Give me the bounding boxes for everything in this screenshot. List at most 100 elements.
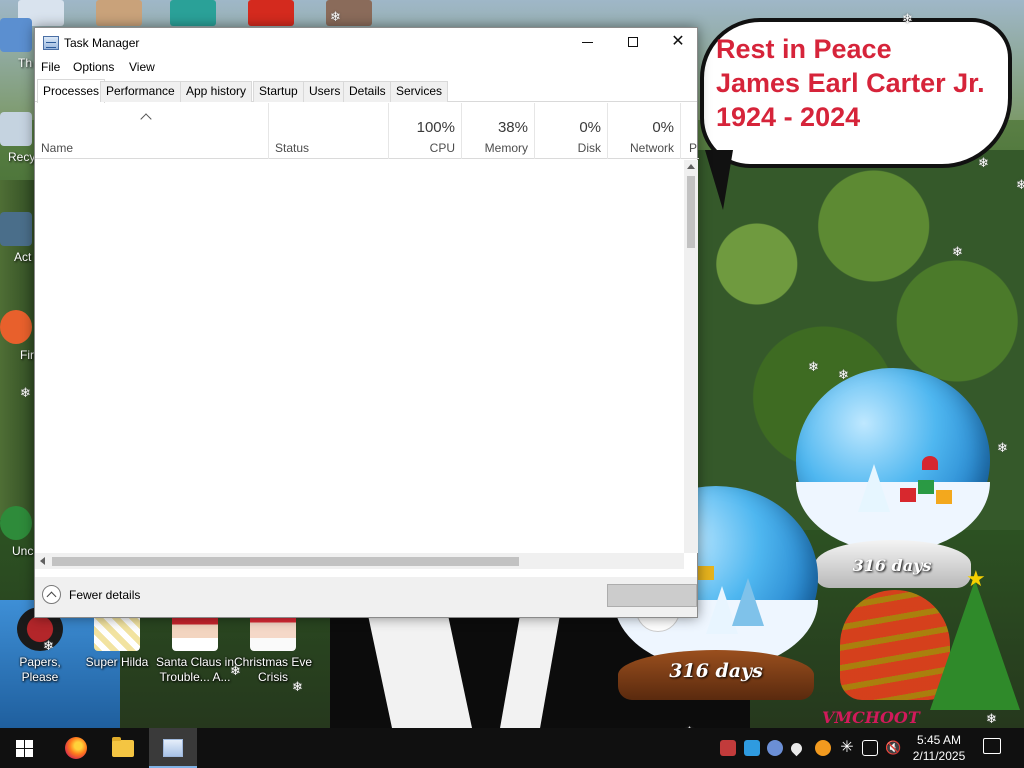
present-icon xyxy=(900,488,916,502)
desktop-icon-label: Unc xyxy=(12,544,34,558)
tree-icon xyxy=(732,578,764,626)
snowflake-icon: ❄ xyxy=(808,359,819,374)
tab-users[interactable]: Users xyxy=(303,81,347,102)
speech-bubble-text: Rest in Peace James Earl Carter Jr. 1924… xyxy=(716,32,1006,134)
clock-date: 2/11/2025 xyxy=(912,749,966,763)
firefox-icon xyxy=(65,737,87,759)
snowflake-icon: ❄ xyxy=(330,9,341,24)
column-label: Memory xyxy=(484,141,528,155)
desktop-icon-partial[interactable]: Act xyxy=(0,212,36,264)
tab-services[interactable]: Services xyxy=(390,81,449,102)
maximize-icon xyxy=(628,37,638,47)
menu-item-options[interactable]: Options xyxy=(73,60,114,74)
column-cpu[interactable]: 100% CPU xyxy=(389,103,462,159)
tab-processes[interactable]: Processes xyxy=(37,79,106,103)
snowflake-icon: ❄ xyxy=(986,711,997,726)
footer-bar: Fewer details xyxy=(35,577,697,617)
column-network[interactable]: 0% Network xyxy=(608,103,681,159)
process-table-header: Name Status 100% CPU 38% Memory 0% Disk … xyxy=(35,103,699,159)
cpu-usage-value: 100% xyxy=(416,119,455,136)
desktop-icon-top[interactable] xyxy=(96,0,142,26)
chevron-up-icon[interactable] xyxy=(42,585,61,604)
app-icon xyxy=(0,18,32,52)
tray-network-icon[interactable] xyxy=(767,740,783,756)
present-icon xyxy=(918,480,934,494)
snowflake-icon: ❄ xyxy=(952,244,963,259)
snowflake-icon: ❄ xyxy=(292,679,303,694)
menu-item-file[interactable]: File xyxy=(41,60,60,74)
desktop-icon-label: Super Hilda xyxy=(85,655,149,669)
tab-details[interactable]: Details xyxy=(343,81,392,102)
column-label: Network xyxy=(629,141,674,155)
horizontal-scrollbar[interactable] xyxy=(35,553,684,569)
tab-startup[interactable]: Startup xyxy=(253,81,304,102)
network-usage-value: 0% xyxy=(652,119,674,136)
column-status[interactable]: Status xyxy=(269,103,389,159)
title-bar[interactable]: Task Manager ✕ xyxy=(35,28,697,58)
snowflake-icon: ❄ xyxy=(1016,177,1024,192)
scroll-left-arrow-icon[interactable] xyxy=(40,557,45,565)
maximize-button[interactable] xyxy=(610,28,656,57)
minimize-icon xyxy=(582,42,593,43)
desktop-icon-label: Th xyxy=(18,56,33,70)
tray-square-icon[interactable] xyxy=(744,740,760,756)
tray-app-icon[interactable] xyxy=(720,740,736,756)
desktop-icon-label: Act xyxy=(14,250,32,264)
vertical-scrollbar[interactable] xyxy=(684,160,698,553)
windows-logo-icon xyxy=(16,740,33,757)
bubble-line: 1924 - 2024 xyxy=(716,102,861,132)
desktop-icon-papers-please[interactable]: Papers, Please xyxy=(0,607,80,685)
menu-item-view[interactable]: View xyxy=(129,60,155,74)
scrollbar-thumb[interactable] xyxy=(687,176,695,248)
column-disk[interactable]: 0% Disk xyxy=(535,103,608,159)
desktop-icon-santa-claus[interactable]: Santa Claus in Trouble... A... xyxy=(155,607,235,685)
santa-hat-icon xyxy=(922,456,938,470)
desktop-icon-label: Fir xyxy=(20,348,34,362)
snow-globe-large[interactable] xyxy=(796,368,990,552)
taskbar-task-manager[interactable] xyxy=(149,728,197,768)
snowflake-icon: ❄ xyxy=(978,155,989,170)
column-label: CPU xyxy=(429,141,455,155)
desktop-icon-label: Santa Claus in Trouble... A... xyxy=(155,655,235,684)
firefox-icon xyxy=(0,310,32,344)
tab-app-history[interactable]: App history xyxy=(180,81,253,102)
minimize-button[interactable] xyxy=(564,28,610,57)
column-power-partial[interactable]: P xyxy=(681,103,699,159)
desktop-icon-partial[interactable]: Th xyxy=(0,18,36,70)
tab-performance[interactable]: Performance xyxy=(100,81,181,102)
column-memory[interactable]: 38% Memory xyxy=(462,103,535,159)
folder-icon xyxy=(112,737,134,757)
desktop-icon-recycle-bin[interactable]: Recy xyxy=(0,112,36,164)
tray-search-icon[interactable] xyxy=(815,740,831,756)
tray-monitor-icon[interactable] xyxy=(862,740,878,756)
start-button[interactable] xyxy=(0,728,48,768)
process-list[interactable] xyxy=(35,160,684,553)
globe-counter-label: 316 days xyxy=(852,556,932,575)
watermark-logo: VMCHOOT xyxy=(822,708,920,727)
column-name[interactable]: Name xyxy=(35,103,269,159)
desktop-icon-christmas-eve-crisis[interactable]: Christmas Eve Crisis xyxy=(233,607,313,685)
taskbar: ✳ 🔇 5:45 AM 2/11/2025 xyxy=(0,728,1024,768)
desktop-icon-partial[interactable]: Unc xyxy=(0,506,36,558)
desktop-icon-partial[interactable]: Fir xyxy=(0,310,36,362)
fewer-details-link[interactable]: Fewer details xyxy=(69,588,140,602)
desktop-icon-top[interactable] xyxy=(170,0,216,26)
bubble-line: Rest in Peace xyxy=(716,34,892,64)
scroll-up-arrow-icon[interactable] xyxy=(687,164,695,169)
close-button[interactable]: ✕ xyxy=(655,28,701,57)
scrollbar-thumb[interactable] xyxy=(52,557,519,566)
snowflake-icon: ❄ xyxy=(43,638,54,653)
task-manager-icon xyxy=(163,739,183,757)
system-clock[interactable]: 5:45 AM 2/11/2025 xyxy=(905,732,973,764)
task-manager-window[interactable]: Task Manager ✕ File Options View Process… xyxy=(34,27,699,618)
end-task-button[interactable] xyxy=(607,584,697,607)
globe-counter-label: 316 days xyxy=(669,660,763,682)
desktop-icon-label: Papers, Please xyxy=(19,655,61,684)
taskbar-file-explorer[interactable] xyxy=(98,728,146,768)
tray-asterisk-icon[interactable]: ✳ xyxy=(839,740,855,756)
tray-drop-icon[interactable] xyxy=(788,740,805,757)
notification-center-icon[interactable] xyxy=(983,738,1001,754)
volume-muted-icon[interactable]: 🔇 xyxy=(885,740,901,756)
taskbar-firefox[interactable] xyxy=(50,728,98,768)
desktop-icon-top[interactable] xyxy=(248,0,294,26)
